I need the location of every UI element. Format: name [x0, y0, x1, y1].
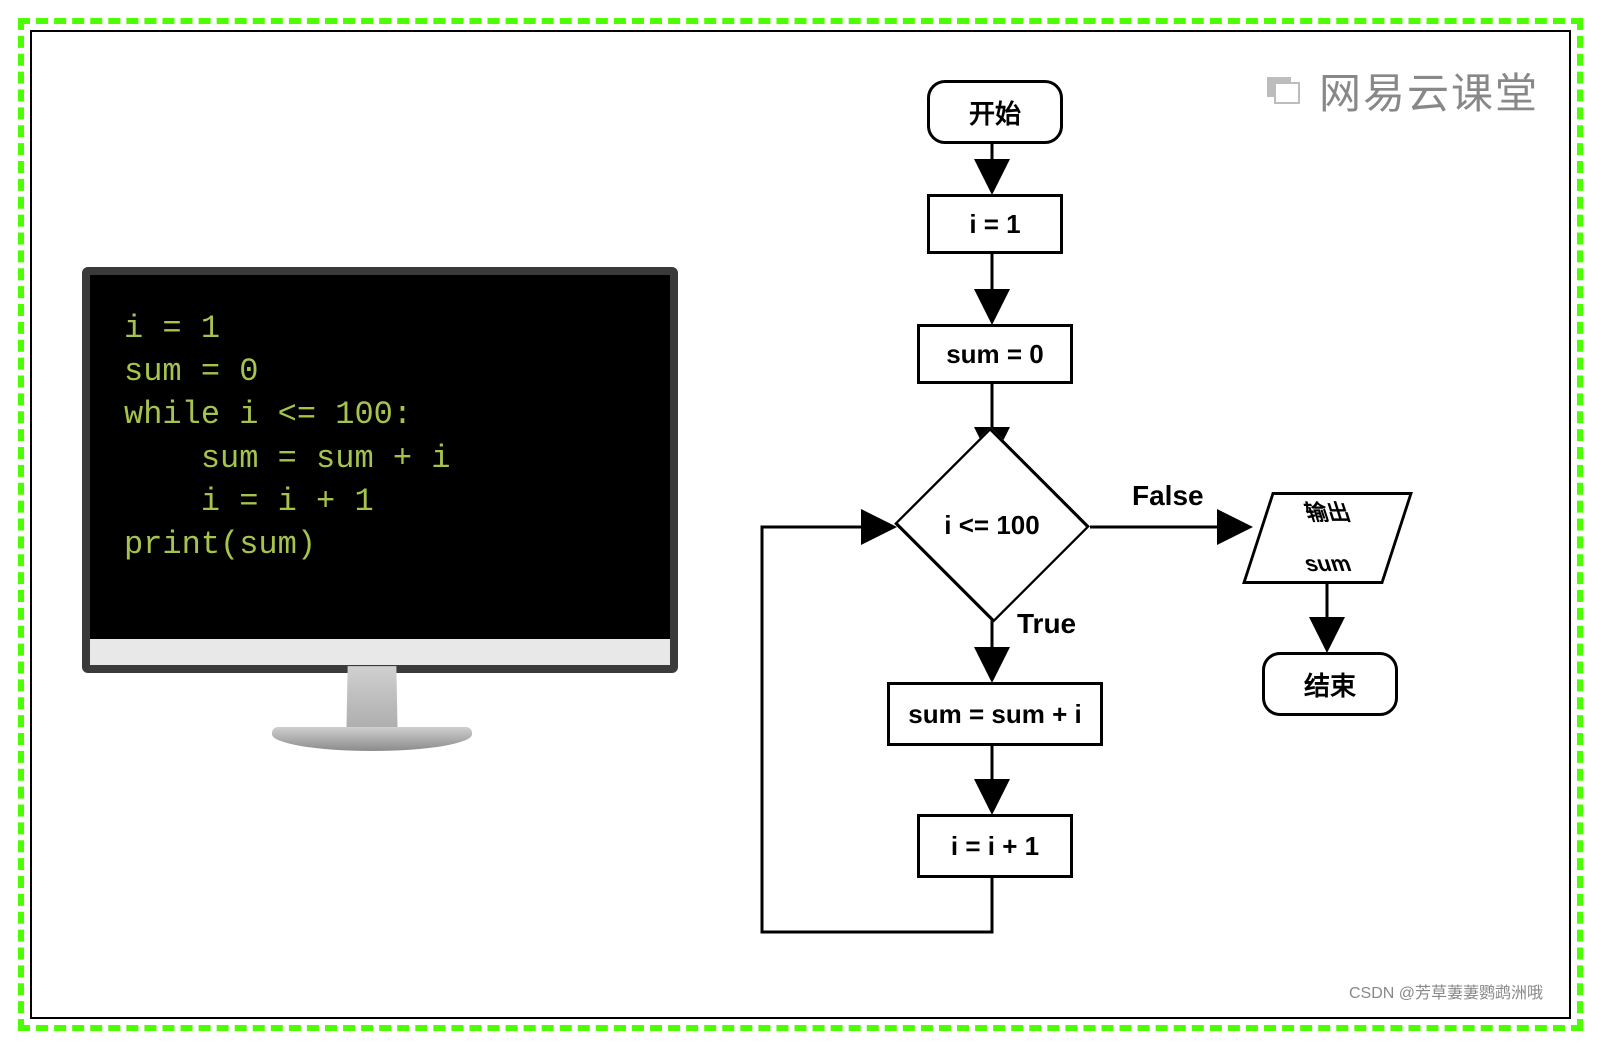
flow-label-false: False — [1132, 480, 1204, 512]
monitor: i = 1 sum = 0 while i <= 100: sum = sum … — [82, 267, 678, 673]
monitor-stand — [322, 665, 422, 785]
flow-end: 结束 — [1262, 652, 1398, 716]
credit: CSDN @芳草萋萋鹦鹉洲哦 — [1349, 979, 1543, 1003]
flow-init-sum: sum = 0 — [917, 324, 1073, 384]
flowchart: 开始 i = 1 sum = 0 i <= 100 True False sum… — [692, 62, 1562, 1032]
flow-arrows — [692, 62, 1562, 1032]
flow-start: 开始 — [927, 80, 1063, 144]
flow-body-sum: sum = sum + i — [887, 682, 1103, 746]
code-screen: i = 1 sum = 0 while i <= 100: sum = sum … — [96, 281, 664, 639]
monitor-chin — [90, 639, 670, 665]
flow-decision: i <= 100 — [902, 460, 1082, 590]
flow-init-i: i = 1 — [927, 194, 1063, 254]
flow-label-true: True — [1017, 608, 1076, 640]
flow-output: 输出sum — [1242, 492, 1413, 584]
flow-body-incr: i = i + 1 — [917, 814, 1073, 878]
